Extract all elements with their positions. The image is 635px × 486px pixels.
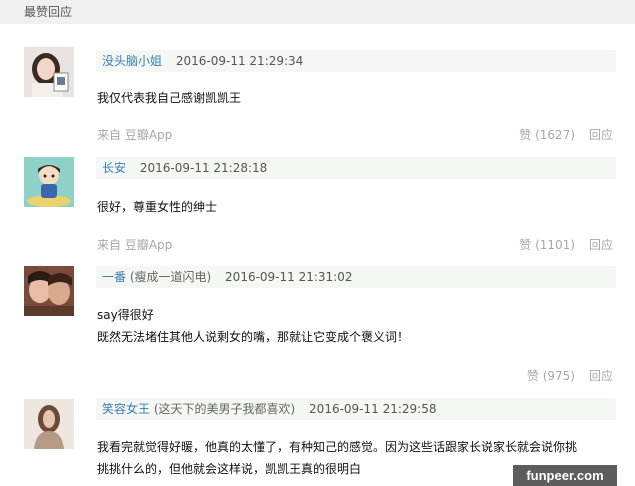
reply-button[interactable]: 回应: [589, 128, 613, 142]
reply-button[interactable]: 回应: [589, 369, 613, 383]
section-title: 最赞回应: [24, 5, 73, 19]
like-button[interactable]: 赞 (1101): [519, 238, 575, 252]
like-button[interactable]: 赞 (975): [527, 369, 575, 383]
avatar[interactable]: [24, 399, 74, 449]
comment-line: say得很好: [97, 308, 154, 322]
timestamp: 2016-09-11 21:29:34: [175, 54, 304, 68]
comment-line: 我看完就觉得好暖，他真的太懂了，有种知己的感觉。因为这些话跟家长说家长就会说你挑: [97, 440, 578, 454]
like-button[interactable]: 赞 (1627): [519, 128, 575, 142]
comment-meta: 长安 2016-09-11 21:28:18: [96, 157, 616, 179]
reply-button[interactable]: 回应: [589, 238, 613, 252]
comment-meta: 一番 (瘦成一道闪电) 2016-09-11 21:31:02: [96, 266, 616, 288]
comment-footer: 来自 豆瓣App 赞 (1627) 回应: [97, 125, 613, 145]
site-watermark: funpeer.com: [513, 465, 617, 486]
avatar[interactable]: [24, 157, 74, 207]
comment-line: 我仅代表我自己感谢凯凯王: [97, 91, 242, 105]
comment-footer: 赞 (975) 回应: [97, 366, 613, 386]
comment-line: 很好，尊重女性的绅士: [97, 200, 218, 214]
comment-meta: 笑容女王 (这天下的美男子我都喜欢) 2016-09-11 21:29:58: [96, 398, 616, 420]
user-signature: (这天下的美男子我都喜欢): [153, 402, 296, 416]
comment-meta: 没头脑小姐 2016-09-11 21:29:34: [96, 50, 616, 72]
timestamp: 2016-09-11 21:31:02: [225, 270, 353, 284]
user-signature: (瘦成一道闪电): [129, 270, 212, 284]
comment-body: 很好，尊重女性的绅士: [97, 196, 617, 218]
username-link[interactable]: 一番: [102, 270, 126, 284]
source-label: 来自 豆瓣App: [97, 128, 173, 142]
comment-body: 我仅代表我自己感谢凯凯王: [97, 87, 617, 109]
timestamp: 2016-09-11 21:28:18: [139, 161, 268, 175]
source-label: 来自 豆瓣App: [97, 238, 173, 252]
username-link[interactable]: 笑容女王: [102, 402, 150, 416]
avatar[interactable]: [24, 266, 74, 316]
timestamp: 2016-09-11 21:29:58: [309, 402, 437, 416]
username-link[interactable]: 长安: [102, 161, 126, 175]
comment-body: say得很好 既然无法堵住其他人说剩女的嘴，那就让它变成个褒义词！: [97, 304, 617, 348]
section-header: 最赞回应: [0, 0, 635, 24]
username-link[interactable]: 没头脑小姐: [102, 54, 162, 68]
comment-line: 既然无法堵住其他人说剩女的嘴，那就让它变成个褒义词！: [97, 330, 410, 344]
comment-footer: 来自 豆瓣App 赞 (1101) 回应: [97, 235, 613, 255]
avatar[interactable]: [24, 47, 74, 97]
